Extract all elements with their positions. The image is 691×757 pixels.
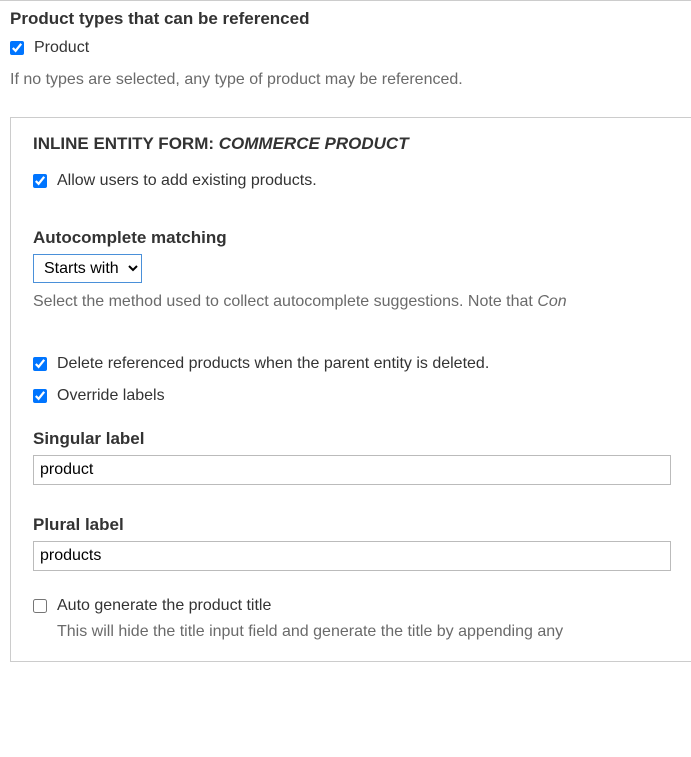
- autogen-label: Auto generate the product title: [57, 597, 271, 615]
- product-types-section: Product types that can be referenced Pro…: [0, 0, 691, 107]
- plural-label: Plural label: [33, 515, 671, 535]
- plural-label-group: Plural label: [33, 515, 671, 571]
- autocomplete-group: Autocomplete matching Starts with Select…: [33, 228, 671, 311]
- override-labels-row: Override labels: [33, 387, 671, 405]
- autogen-row: Auto generate the product title: [33, 597, 671, 615]
- delete-referenced-label: Delete referenced products when the pare…: [57, 355, 489, 373]
- autocomplete-select[interactable]: Starts with: [33, 254, 142, 283]
- autogen-help: This will hide the title input field and…: [57, 623, 671, 641]
- singular-label-input[interactable]: [33, 455, 671, 485]
- product-types-heading: Product types that can be referenced: [10, 9, 681, 29]
- override-labels-label: Override labels: [57, 387, 165, 405]
- autocomplete-desc-italic: Con: [537, 293, 566, 310]
- autocomplete-desc-text: Select the method used to collect autoco…: [33, 293, 537, 310]
- product-checkbox-label: Product: [34, 39, 89, 57]
- delete-referenced-checkbox[interactable]: [33, 357, 47, 371]
- autogen-checkbox[interactable]: [33, 599, 47, 613]
- plural-label-input[interactable]: [33, 541, 671, 571]
- autocomplete-description: Select the method used to collect autoco…: [33, 293, 671, 311]
- autocomplete-label: Autocomplete matching: [33, 228, 671, 248]
- inline-entity-form-fieldset: INLINE ENTITY FORM: COMMERCE PRODUCT All…: [10, 117, 691, 662]
- singular-label-group: Singular label: [33, 429, 671, 485]
- legend-entity: COMMERCE PRODUCT: [219, 134, 409, 153]
- legend-prefix: INLINE ENTITY FORM:: [33, 134, 219, 153]
- product-checkbox[interactable]: [10, 41, 24, 55]
- product-checkbox-row: Product: [10, 39, 681, 57]
- allow-existing-label: Allow users to add existing products.: [57, 172, 317, 190]
- override-labels-checkbox[interactable]: [33, 389, 47, 403]
- singular-label: Singular label: [33, 429, 671, 449]
- allow-existing-checkbox[interactable]: [33, 174, 47, 188]
- delete-referenced-row: Delete referenced products when the pare…: [33, 355, 671, 373]
- allow-existing-row: Allow users to add existing products.: [33, 172, 671, 190]
- fieldset-legend: INLINE ENTITY FORM: COMMERCE PRODUCT: [33, 134, 671, 154]
- product-types-help: If no types are selected, any type of pr…: [10, 71, 681, 89]
